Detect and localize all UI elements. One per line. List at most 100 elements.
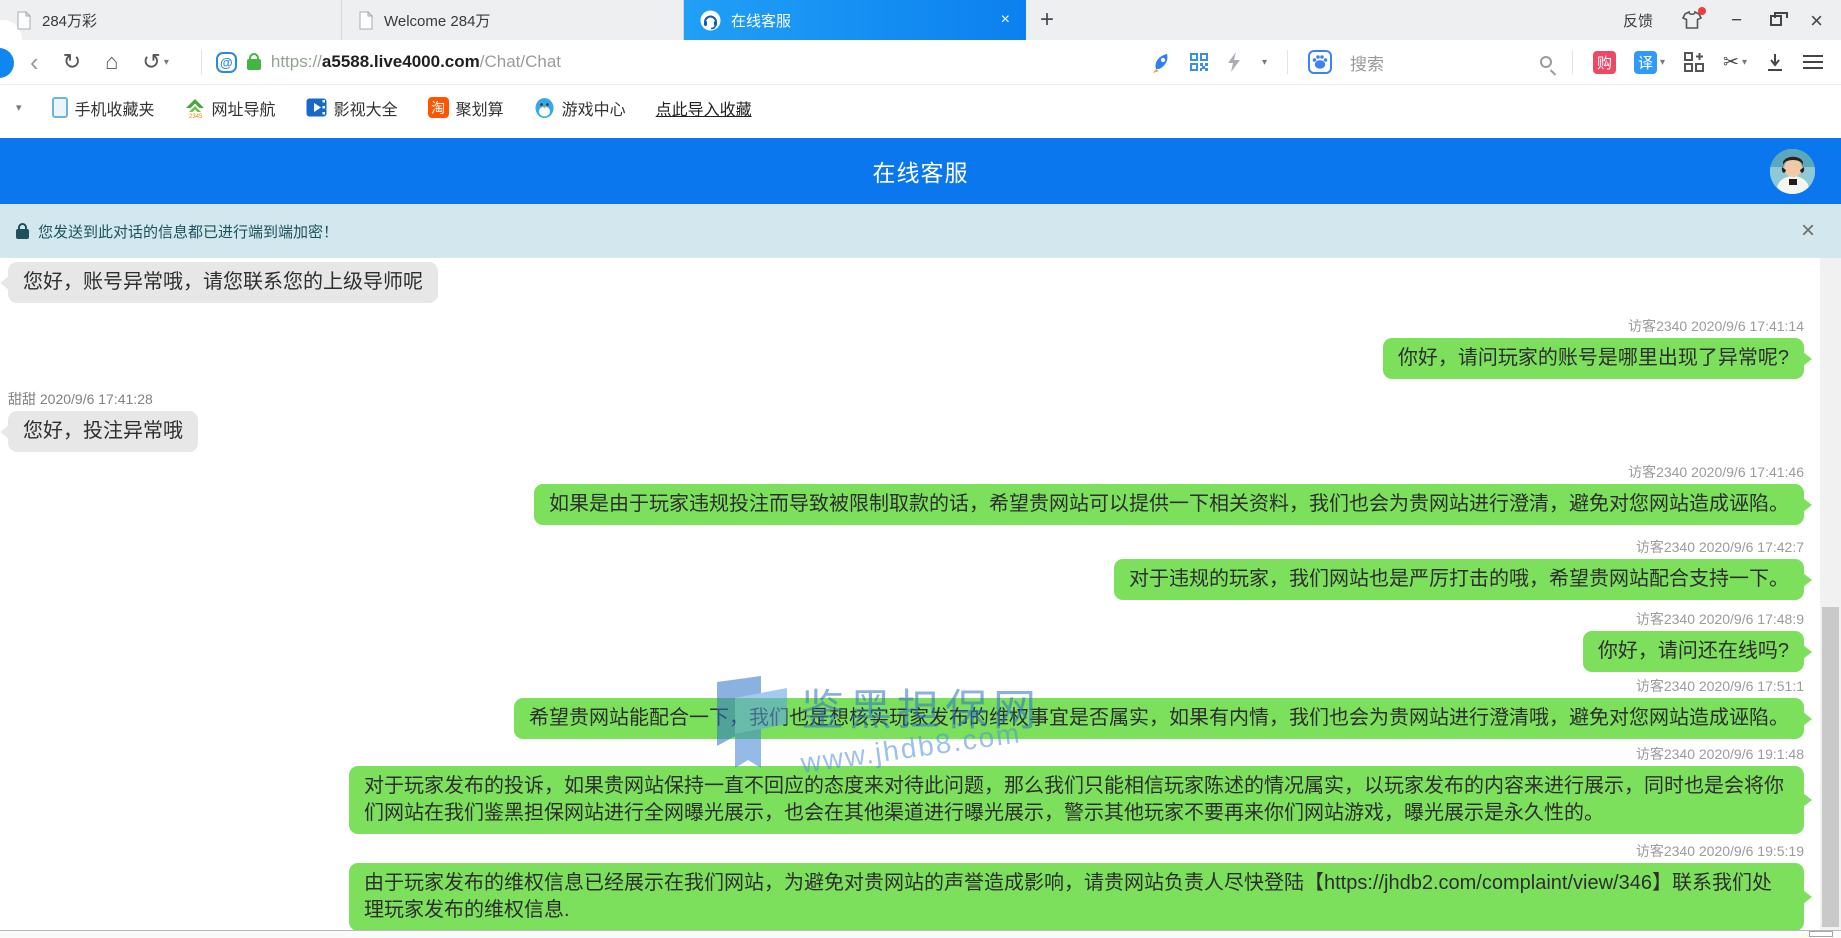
skin-theme-button[interactable] <box>1681 10 1703 30</box>
search-label[interactable]: 搜索 <box>1350 50 1384 75</box>
film-icon <box>306 97 327 118</box>
taobao-icon: 淘 <box>428 97 449 118</box>
bookmarks-bar: ▾ 手机收藏夹 2345 网址导航 影视大全 淘 聚划算 游戏中心 点此导入收藏 <box>0 85 1841 130</box>
rocket-boost-icon[interactable] <box>1151 52 1171 73</box>
message-bubble: 您好，账号异常哦，请您联系您的上级导师呢 <box>8 262 438 303</box>
bookmarks-chevron-icon[interactable]: ▾ <box>16 101 22 114</box>
undo-closed-tab-button[interactable]: ↺ ▾ <box>142 51 168 73</box>
toolbar-divider <box>201 50 202 74</box>
chat-message-area[interactable]: 您好，账号异常哦，请您联系您的上级导师呢 访客2340 2020/9/6 17:… <box>0 258 1841 938</box>
bookmark-site-navigation[interactable]: 2345 网址导航 <box>185 96 276 120</box>
url-path: /Chat/Chat <box>480 52 561 71</box>
chat-page-header: 在线客服 <box>0 138 1841 204</box>
tab-welcome[interactable]: Welcome 284万 <box>342 0 684 40</box>
scissors-icon: ✂ <box>1723 51 1739 74</box>
translate-icon: 译 <box>1634 51 1657 74</box>
chevron-down-icon: ▾ <box>1660 57 1665 68</box>
bookmark-label: 影视大全 <box>334 96 398 120</box>
message-timestamp: 访客2340 2020/9/6 17:42:7 <box>1636 539 1804 555</box>
chevron-down-icon[interactable]: ▾ <box>1262 57 1267 68</box>
home-button[interactable]: ⌂ <box>105 51 118 73</box>
message-bubble: 如果是由于玩家违规投注而导致被限制取款的话，希望贵网站可以提供一下相关资料，我们… <box>534 484 1804 525</box>
svg-text:2345: 2345 <box>189 114 203 118</box>
chat-message-right: 访客2340 2020/9/6 19:5:19 由于玩家发布的维权信息已经展示在… <box>0 843 1841 931</box>
browser-logo-button[interactable] <box>0 48 14 78</box>
message-bubble: 由于玩家发布的维权信息已经展示在我们网站，为避免对贵网站的声誉造成影响，请贵网站… <box>349 863 1804 931</box>
qr-code-icon[interactable] <box>1189 52 1209 72</box>
bookmark-label: 聚划算 <box>456 96 504 120</box>
download-icon[interactable] <box>1765 52 1785 72</box>
message-timestamp: 访客2340 2020/9/6 17:41:46 <box>1628 464 1804 480</box>
shopping-button[interactable]: 购 <box>1593 51 1616 74</box>
message-bubble: 希望贵网站能配合一下，我们也是想核实玩家发布的维权事宜是否属实，如果有内情，我们… <box>514 698 1804 739</box>
reload-button[interactable]: ↻ <box>63 51 81 73</box>
bookmark-video[interactable]: 影视大全 <box>306 96 398 120</box>
customer-service-avatar[interactable] <box>1770 149 1815 194</box>
message-bubble: 对于违规的玩家，我们网站也是严厉打击的哦，希望贵网站配合支持一下。 <box>1114 559 1804 600</box>
back-button[interactable]: ‹ <box>30 51 39 73</box>
bookmark-import-link[interactable]: 点此导入收藏 <box>656 96 752 120</box>
tab-title: Welcome 284万 <box>384 10 490 31</box>
encryption-notice-bar: 您发送到此对话的信息都已进行端到端加密！ × <box>0 204 1841 258</box>
vertical-scrollbar[interactable] <box>1820 258 1841 930</box>
site-info-icon[interactable]: @ <box>216 52 237 73</box>
chat-message-right: 访客2340 2020/9/6 19:1:48 对于玩家发布的投诉，如果贵网站保… <box>0 746 1841 834</box>
new-tab-button[interactable]: + <box>1026 0 1068 40</box>
message-timestamp: 访客2340 2020/9/6 19:5:19 <box>1636 843 1804 859</box>
message-timestamp: 访客2340 2020/9/6 17:51:1 <box>1636 678 1804 694</box>
bookmark-mobile-favorites[interactable]: 手机收藏夹 <box>52 96 155 120</box>
bookmark-game-center[interactable]: 游戏中心 <box>534 96 626 120</box>
phone-icon <box>52 97 68 118</box>
chat-message-right: 访客2340 2020/9/6 17:48:9 你好，请问还在线吗? <box>0 611 1841 672</box>
window-minimize-button[interactable]: − <box>1731 11 1742 30</box>
message-timestamp: 访客2340 2020/9/6 17:41:14 <box>1628 318 1804 334</box>
screenshot-button[interactable]: ✂ ▾ <box>1723 51 1747 74</box>
lightning-speed-icon[interactable] <box>1227 52 1241 72</box>
message-bubble: 你好，请问玩家的账号是哪里出现了异常呢? <box>1383 338 1804 379</box>
extensions-grid-icon[interactable] <box>1683 51 1705 73</box>
bookmark-label: 手机收藏夹 <box>75 96 155 120</box>
horizontal-scrollbar[interactable] <box>0 930 1841 938</box>
chat-message-right: 访客2340 2020/9/6 17:41:46 如果是由于玩家违规投注而导致被… <box>0 464 1841 525</box>
window-close-button[interactable]: × <box>1810 11 1823 30</box>
undo-icon: ↺ <box>142 51 160 73</box>
chevron-down-icon: ▾ <box>164 57 169 68</box>
message-bubble: 对于玩家发布的投诉，如果贵网站保持一直不回应的态度来对待此问题，那么我们只能相信… <box>349 766 1804 834</box>
tab-close-icon[interactable]: × <box>997 10 1014 30</box>
baidu-search-icon[interactable] <box>1308 50 1332 74</box>
avatar-photo <box>1770 149 1815 194</box>
chevron-down-icon: ▾ <box>1742 57 1747 68</box>
bookmark-label: 网址导航 <box>212 96 276 120</box>
bookmark-juhuasuan[interactable]: 淘 聚划算 <box>428 96 504 120</box>
search-icon[interactable] <box>1540 56 1552 68</box>
document-icon <box>358 11 374 30</box>
document-icon <box>16 11 32 30</box>
message-timestamp: 访客2340 2020/9/6 17:48:9 <box>1636 611 1804 627</box>
scrollbar-thumb[interactable] <box>1822 607 1839 927</box>
customer-service-headset-icon <box>700 10 721 31</box>
page-title: 在线客服 <box>873 154 969 188</box>
tab-284wancai[interactable]: 284万彩 <box>0 0 342 40</box>
address-bar[interactable]: https://a5588.live4000.com/Chat/Chat <box>271 52 561 72</box>
tab-title: 284万彩 <box>42 10 97 31</box>
notice-close-icon[interactable]: × <box>1801 219 1815 243</box>
bookmark-label: 游戏中心 <box>562 96 626 120</box>
chat-message-right: 访客2340 2020/9/6 17:51:1 希望贵网站能配合一下，我们也是想… <box>0 678 1841 739</box>
message-timestamp: 访客2340 2020/9/6 19:1:48 <box>1636 746 1804 762</box>
message-timestamp: 甜甜 2020/9/6 17:41:28 <box>8 391 153 407</box>
lock-icon <box>16 229 29 239</box>
browser-toolbar: ‹ ↻ ⌂ ↺ ▾ @ https://a5588.live4000.com/C… <box>0 40 1841 85</box>
https-lock-icon[interactable] <box>247 59 261 70</box>
web-page: 在线客服 您发送到此对话的信息都已进行端到端加密！ × 您好，账号异 <box>0 130 1841 898</box>
2345-nav-icon: 2345 <box>185 98 205 118</box>
translate-button[interactable]: 译 ▾ <box>1634 51 1665 74</box>
feedback-button[interactable]: 反馈 <box>1623 10 1653 31</box>
chat-message-left: 您好，账号异常哦，请您联系您的上级导师呢 <box>0 262 1841 303</box>
chat-message-left: 甜甜 2020/9/6 17:41:28 您好，投注异常哦 <box>0 391 1841 452</box>
menu-icon[interactable] <box>1803 55 1823 69</box>
penguin-icon <box>534 97 555 118</box>
window-restore-button[interactable] <box>1770 15 1782 26</box>
notification-dot <box>1698 7 1706 15</box>
tab-title: 在线客服 <box>731 10 791 31</box>
tab-online-service[interactable]: 在线客服 × <box>684 0 1026 40</box>
